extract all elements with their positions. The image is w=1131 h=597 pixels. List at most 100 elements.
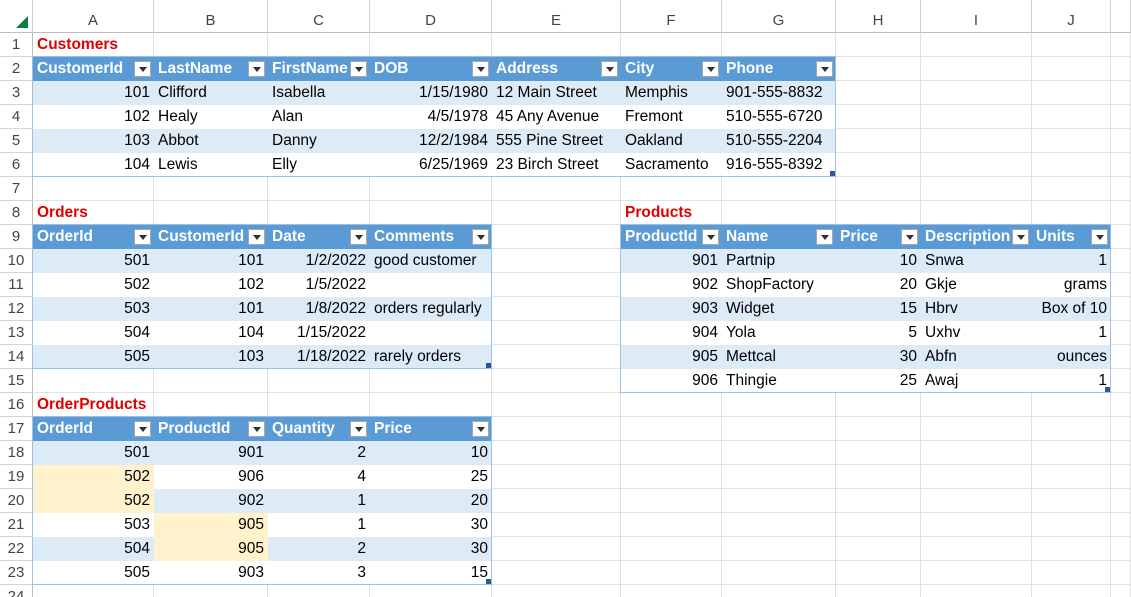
products-cell[interactable]: 1 [1032,249,1111,273]
products-header-cell[interactable]: Name [722,225,836,249]
order-products-cell[interactable]: 1 [268,513,370,537]
column-header-b[interactable]: B [154,0,268,33]
products-cell[interactable]: Snwa [921,249,1032,273]
customers-header-cell[interactable]: City [621,57,722,81]
orders-cell[interactable]: 1/15/2022 [268,321,370,345]
order-products-cell[interactable]: 503 [33,513,154,537]
order-products-cell[interactable]: 502 [33,489,154,513]
column-header-h[interactable]: H [836,0,921,33]
row-header-16[interactable]: 16 [0,393,33,417]
order-products-cell[interactable]: 502 [33,465,154,489]
products-cell[interactable]: Mettcal [722,345,836,369]
orders-cell[interactable]: 502 [33,273,154,297]
products-cell[interactable]: 906 [621,369,722,393]
filter-dropdown-icon[interactable] [350,61,367,77]
customers-cell[interactable]: Sacramento [621,153,722,177]
customers-cell[interactable]: 6/25/1969 [370,153,492,177]
customers-header-cell[interactable]: LastName [154,57,268,81]
orders-cell[interactable]: good customer [370,249,492,273]
filter-dropdown-icon[interactable] [702,229,719,245]
filter-dropdown-icon[interactable] [350,421,367,437]
order-products-cell[interactable]: 906 [154,465,268,489]
products-resize-handle-icon[interactable] [1105,387,1110,392]
row-header-3[interactable]: 3 [0,81,33,105]
products-cell[interactable]: 901 [621,249,722,273]
filter-dropdown-icon[interactable] [702,61,719,77]
order-products-cell[interactable]: 2 [268,537,370,561]
filter-dropdown-icon[interactable] [134,61,151,77]
order-products-cell[interactable]: 902 [154,489,268,513]
filter-dropdown-icon[interactable] [248,421,265,437]
filter-dropdown-icon[interactable] [350,229,367,245]
products-cell[interactable]: Uxhv [921,321,1032,345]
products-cell[interactable]: 5 [836,321,921,345]
orders-cell[interactable]: 103 [154,345,268,369]
filter-dropdown-icon[interactable] [472,61,489,77]
filter-dropdown-icon[interactable] [472,421,489,437]
filter-dropdown-icon[interactable] [816,229,833,245]
filter-dropdown-icon[interactable] [1012,229,1029,245]
order-products-cell[interactable]: 4 [268,465,370,489]
order-products-cell[interactable]: 10 [370,441,492,465]
order-products-cell[interactable]: 20 [370,489,492,513]
row-header-8[interactable]: 8 [0,201,33,225]
orders-cell[interactable]: orders regularly [370,297,492,321]
filter-dropdown-icon[interactable] [248,229,265,245]
orders-cell[interactable]: rarely orders [370,345,492,369]
order-products-header-cell[interactable]: Quantity [268,417,370,441]
column-header-i[interactable]: I [921,0,1032,33]
row-header-20[interactable]: 20 [0,489,33,513]
filter-dropdown-icon[interactable] [248,61,265,77]
order-products-cell[interactable]: 15 [370,561,492,585]
filter-dropdown-icon[interactable] [816,61,833,77]
row-header-22[interactable]: 22 [0,537,33,561]
customers-cell[interactable]: 510-555-6720 [722,105,836,129]
filter-dropdown-icon[interactable] [1091,229,1108,245]
order-products-cell[interactable]: 905 [154,513,268,537]
orders-cell[interactable]: 102 [154,273,268,297]
row-header-2[interactable]: 2 [0,57,33,81]
customers-cell[interactable]: 45 Any Avenue [492,105,621,129]
spreadsheet-grid[interactable]: A B C D E F G H I J 1 2 3 4 5 6 7 8 9 10 11 12 13 14 15 16 17 18 19 2… [0,0,1131,597]
row-header-23[interactable]: 23 [0,561,33,585]
products-cell[interactable]: 902 [621,273,722,297]
customers-cell[interactable]: Oakland [621,129,722,153]
filter-dropdown-icon[interactable] [472,229,489,245]
row-header-13[interactable]: 13 [0,321,33,345]
products-cell[interactable]: Hbrv [921,297,1032,321]
products-cell[interactable]: ounces [1032,345,1111,369]
column-header-a[interactable]: A [33,0,154,33]
row-header-4[interactable]: 4 [0,105,33,129]
order-products-cell[interactable]: 3 [268,561,370,585]
orders-cell[interactable]: 1/8/2022 [268,297,370,321]
products-cell[interactable]: 15 [836,297,921,321]
products-cell[interactable]: 1 [1032,369,1111,393]
customers-header-cell[interactable]: DOB [370,57,492,81]
customers-cell[interactable]: 102 [33,105,154,129]
products-cell[interactable]: Partnip [722,249,836,273]
customers-cell[interactable]: 23 Birch Street [492,153,621,177]
customers-cell[interactable]: 510-555-2204 [722,129,836,153]
customers-cell[interactable]: Danny [268,129,370,153]
products-cell[interactable]: 904 [621,321,722,345]
order-products-cell[interactable]: 905 [154,537,268,561]
orders-cell[interactable]: 1/18/2022 [268,345,370,369]
row-header-19[interactable]: 19 [0,465,33,489]
order-products-cell[interactable]: 903 [154,561,268,585]
orders-header-cell[interactable]: Comments [370,225,492,249]
order-products-cell[interactable]: 901 [154,441,268,465]
row-header-5[interactable]: 5 [0,129,33,153]
products-cell[interactable]: 903 [621,297,722,321]
order-products-resize-handle-icon[interactable] [486,579,491,584]
row-header-15[interactable]: 15 [0,369,33,393]
products-cell[interactable]: 30 [836,345,921,369]
order-products-cell[interactable]: 30 [370,537,492,561]
orders-cell[interactable]: 1/2/2022 [268,249,370,273]
products-header-cell[interactable]: Price [836,225,921,249]
customers-cell[interactable]: 1/15/1980 [370,81,492,105]
customers-cell[interactable]: 12 Main Street [492,81,621,105]
products-cell[interactable]: Gkje [921,273,1032,297]
row-header-10[interactable]: 10 [0,249,33,273]
order-products-header-cell[interactable]: Price [370,417,492,441]
column-header-e[interactable]: E [492,0,621,33]
